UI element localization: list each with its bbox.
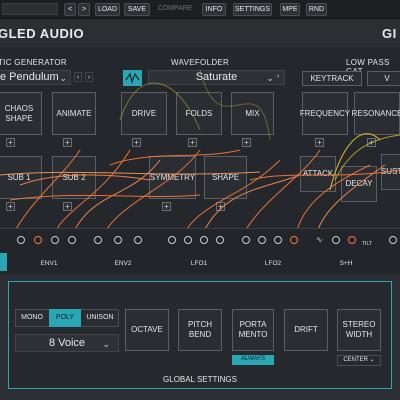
sample-hold-source[interactable]: ∿ TILT S+H [314, 234, 378, 270]
drift-knob[interactable]: DRIFT [284, 309, 328, 351]
jack-icon[interactable] [134, 236, 142, 244]
jack-icon[interactable] [332, 236, 340, 244]
jack-icon[interactable] [242, 236, 250, 244]
voice-count-value: 8 Voice [48, 337, 86, 349]
source-selected-indicator [0, 253, 7, 271]
lfo2-source[interactable]: LFO2 [238, 234, 308, 270]
jack-icon[interactable] [389, 236, 397, 244]
env2-source[interactable]: ENV2 [90, 234, 156, 270]
jack-icon[interactable] [114, 236, 122, 244]
jack-icon[interactable] [168, 236, 176, 244]
jack-icon[interactable] [51, 236, 59, 244]
lfo1-source[interactable]: LFO1 [164, 234, 234, 270]
portamento-knob[interactable]: PORTA MENTO [232, 309, 274, 351]
poly-button[interactable]: POLY [49, 309, 81, 327]
jack-icon[interactable] [274, 236, 282, 244]
jack-icon[interactable] [216, 236, 224, 244]
jack-icon[interactable] [17, 236, 25, 244]
portamento-always-toggle[interactable]: ALWAYS [232, 355, 274, 365]
chevron-down-icon: ⌄ [369, 357, 375, 363]
tilt-label: TILT [362, 241, 372, 247]
stereo-mode-select[interactable]: CENTER ⌄ [337, 355, 381, 366]
lfo1-label: LFO1 [190, 260, 208, 267]
env2-label: ENV2 [114, 260, 132, 267]
env1-label: ENV1 [40, 260, 58, 267]
jack-icon[interactable] [184, 236, 192, 244]
lfo2-label: LFO2 [264, 260, 282, 267]
octave-knob[interactable]: OCTAVE [125, 309, 169, 351]
jack-icon[interactable] [258, 236, 266, 244]
jack-icon[interactable] [94, 236, 102, 244]
stereo-width-knob[interactable]: STEREO WIDTH [337, 309, 381, 351]
random-wave-icon: ∿ [316, 235, 323, 244]
pitch-bend-knob[interactable]: PITCH BEND [178, 309, 222, 351]
extra-source[interactable] [386, 234, 400, 270]
jack-icon[interactable] [34, 236, 42, 244]
unison-button[interactable]: UNISON [82, 310, 118, 326]
jack-icon[interactable] [290, 236, 298, 244]
global-settings-title: GLOBAL SETTINGS [163, 375, 237, 384]
mono-button[interactable]: MONO [16, 310, 48, 326]
sample-hold-label: S+H [339, 260, 353, 267]
jack-icon[interactable] [348, 236, 356, 244]
jack-icon[interactable] [200, 236, 208, 244]
jack-icon[interactable] [68, 236, 76, 244]
chevron-down-icon[interactable]: ⌄ [102, 336, 110, 352]
voice-count-select[interactable]: 8 Voice ⌄ [15, 334, 119, 352]
env1-source[interactable]: ENV1 [13, 234, 85, 270]
stereo-mode-value: CENTER [343, 357, 368, 363]
